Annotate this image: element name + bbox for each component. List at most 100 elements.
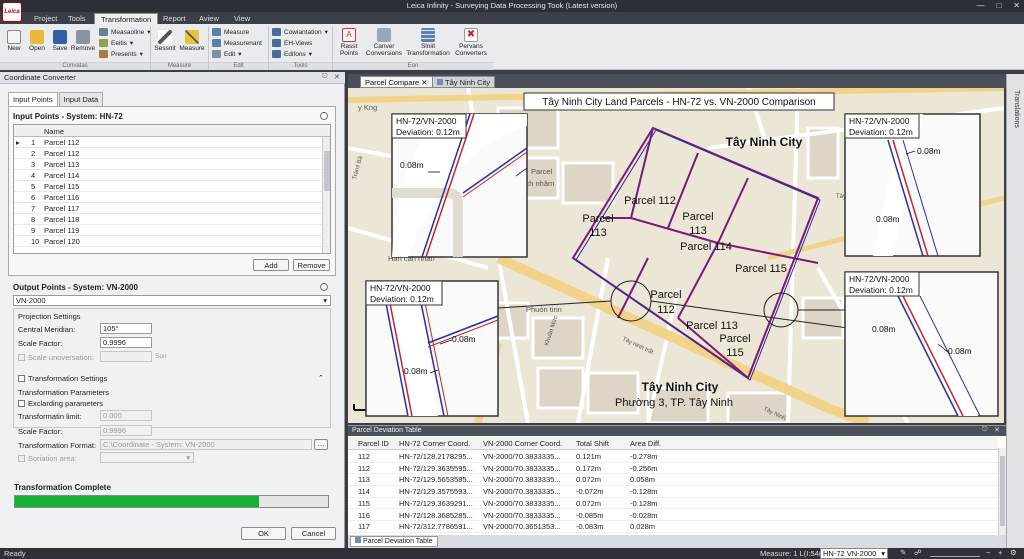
menu-view[interactable]: View	[228, 13, 256, 24]
collapse-icon[interactable]: ˆ	[320, 283, 328, 291]
table-scrollbar[interactable]	[998, 448, 1006, 535]
pin-icon[interactable]: ⎋	[982, 426, 988, 434]
new-button[interactable]: New	[4, 30, 24, 52]
map-view[interactable]: Parcel 112 Parcel 113 Parcel 113 Parcel …	[348, 88, 1004, 423]
output-system-select[interactable]: VN-2000 ▾	[13, 295, 331, 306]
scale-factor-2-input[interactable]: 0.9996	[100, 425, 152, 436]
add-button[interactable]: Add	[253, 259, 289, 271]
open-button[interactable]: Open	[26, 30, 48, 52]
presents-button[interactable]: Presents ▾	[99, 50, 143, 58]
coordinate-system-select[interactable]: HN-72 VN-2000 ▾	[820, 548, 888, 559]
panel-close-icon[interactable]: ✕	[994, 426, 1000, 434]
table-row[interactable]: 5 Parcel 115	[14, 181, 322, 192]
cowiantation-button[interactable]: Cowiantation ▾	[272, 28, 328, 36]
table-row[interactable]: 8 Parcel 118	[14, 214, 322, 225]
table-row[interactable]: 112 HN-72/129.3635595... VN-2000/70.383333…	[348, 463, 998, 475]
transformation-limit-input[interactable]: 0.000	[100, 410, 152, 421]
panel-close-icon[interactable]: ✕	[334, 73, 340, 81]
slniit-transformation-button[interactable]: Slniit Transformation	[405, 28, 451, 57]
table-row[interactable]: 6 Parcel 116	[14, 192, 322, 203]
tab-parcel-compare[interactable]: Parcel Compare ✕	[360, 76, 433, 88]
canver-conversions-button[interactable]: Canver Conversions	[365, 28, 403, 57]
table-row[interactable]: 4 Parcel 114	[14, 170, 322, 181]
grid-scrollbar[interactable]	[322, 137, 330, 253]
eeitis-button[interactable]: Eeitis ▾	[99, 39, 133, 47]
remove-button[interactable]: Remove	[70, 30, 96, 52]
measurenant-button[interactable]: Measurenant	[212, 39, 262, 47]
table-row[interactable]: 10 Parcel 120	[14, 236, 322, 247]
tab-parcel-deviation-table[interactable]: Parcel Deviation Table	[350, 536, 438, 547]
pervans-converters-button[interactable]: ✖ Pervans Converters	[452, 28, 490, 57]
col-total-shift[interactable]: Total Shift	[576, 439, 609, 448]
table-row[interactable]: 3 Parcel 113	[14, 159, 322, 170]
tab-input-points[interactable]: Input Points	[8, 92, 58, 107]
tab-input-data[interactable]: Input Data	[58, 92, 104, 107]
inset-top-left[interactable]: HN-72/VN-2000 Deviation: 0.12m 0.08m	[391, 113, 528, 258]
collapse-icon[interactable]: ˆ	[320, 112, 328, 120]
tab-tay-ninh-city[interactable]: Tây Ninh City	[432, 76, 496, 88]
transformation-format-input[interactable]: C:\Coordinate - System: VN-2000	[100, 439, 312, 450]
browse-button[interactable]: …	[314, 439, 328, 450]
inset-bottom-left[interactable]: HN-72/VN-2000 Deviation: 0.12m 0.08m 0.0…	[365, 280, 499, 417]
pin-icon[interactable]: ⎋	[322, 73, 328, 81]
rasst-points-button[interactable]: A Rasst Points	[334, 28, 364, 57]
app-logo[interactable]: Leica	[2, 2, 22, 22]
menu-report[interactable]: Report	[157, 13, 192, 24]
scale-factor-input[interactable]: 0.9996	[100, 337, 152, 348]
inset-top-right[interactable]: HN-72/VN-2000 Deviation: 0.12m 0.08m 0.0…	[844, 113, 981, 257]
transformation-settings-checkbox[interactable]	[18, 375, 25, 382]
zoom-slider[interactable]	[930, 549, 980, 557]
translations-strip[interactable]: Translations	[1006, 74, 1024, 548]
table-row[interactable]: 112 HN-72/128.2178295... VN-2000/70.383333…	[348, 451, 998, 463]
table-row[interactable]: 117 HN-72/312.7786591... VN-2000/70.365135…	[348, 521, 998, 533]
col-vn2000[interactable]: VN-2000 Corner Coord.	[483, 439, 562, 448]
scroll-thumb[interactable]	[1000, 456, 1005, 526]
settings-icon[interactable]: ⚙	[1010, 548, 1017, 557]
soriation-area-checkbox[interactable]	[18, 455, 25, 462]
edit-small-button[interactable]: Edit ▾	[212, 50, 241, 58]
col-parcel-id[interactable]: Parcel ID	[358, 439, 389, 448]
close-icon[interactable]: ✕	[1013, 1, 1020, 10]
menu-transformation[interactable]: Transformation	[94, 13, 159, 24]
ok-button[interactable]: OK	[241, 527, 286, 540]
central-meridian-input[interactable]: 105°	[100, 323, 152, 334]
edifons-button[interactable]: Edifons ▾	[272, 50, 312, 58]
menu-project[interactable]: Project	[28, 13, 63, 24]
menu-aview[interactable]: Aview	[193, 13, 225, 24]
translations-label[interactable]: Translations	[1013, 90, 1020, 128]
excluding-parameters-checkbox[interactable]	[18, 400, 25, 407]
table-row[interactable]: 115 HN-72/129.3639291... VN-2000/70.383333…	[348, 498, 998, 510]
expand-icon[interactable]: ⌃	[318, 374, 324, 382]
link-icon[interactable]: ☍	[914, 548, 922, 557]
inset-bottom-right[interactable]: HN-72/VN-2000 Deviation: 0.12m 0.08m 0.0…	[844, 271, 999, 417]
zoom-out-icon[interactable]: −	[986, 548, 990, 557]
col-hn72[interactable]: HN-72 Corner Coord.	[399, 439, 470, 448]
table-row[interactable]: 7 Parcel 117	[14, 203, 322, 214]
col-area-diff[interactable]: Area Diff.	[630, 439, 661, 448]
zoom-in-icon[interactable]: +	[998, 548, 1002, 557]
table-row[interactable]: 2 Parcel 112	[14, 148, 322, 159]
maximize-icon[interactable]: □	[996, 1, 1001, 10]
save-button[interactable]: Save	[50, 30, 70, 52]
scroll-thumb[interactable]	[324, 151, 330, 191]
menu-tools[interactable]: Tools	[62, 13, 92, 24]
minimize-icon[interactable]: —	[976, 1, 984, 10]
eh-views-button[interactable]: EH-Views	[272, 39, 312, 47]
table-row[interactable]: 9 Parcel 119	[14, 225, 322, 236]
table-row[interactable]: ▸ 1 Parcel 112	[14, 137, 322, 148]
scale-unoversation-checkbox[interactable]	[18, 354, 25, 361]
remove-point-button[interactable]: Remove	[293, 259, 330, 271]
measure-small-button[interactable]: Measure	[212, 28, 249, 36]
table-row[interactable]: 114 HN-72/129.3575593... VN-2000/70.383333…	[348, 486, 998, 498]
scale-unoversation-input[interactable]	[100, 351, 152, 362]
table-row[interactable]: 113 HN-72/129.5653585... VN-2000/70.383333…	[348, 474, 998, 486]
map-canvas[interactable]: Parcel 112 Parcel 113 Parcel 113 Parcel …	[348, 88, 1004, 423]
table-cell: 0.058m	[630, 475, 656, 485]
measaoline-button[interactable]: Measaoline ▾	[99, 28, 151, 36]
measure-button[interactable]: Measure	[178, 30, 206, 52]
pencil-icon[interactable]: ✎	[900, 548, 906, 557]
sessnit-button[interactable]: Sessnit	[153, 30, 177, 52]
soriation-area-select[interactable]: ▾	[100, 452, 194, 463]
table-row[interactable]: 116 HN-72/128.3685285... VN-2000/70.383333…	[348, 510, 998, 521]
cancel-button[interactable]: Cancel	[291, 527, 336, 540]
